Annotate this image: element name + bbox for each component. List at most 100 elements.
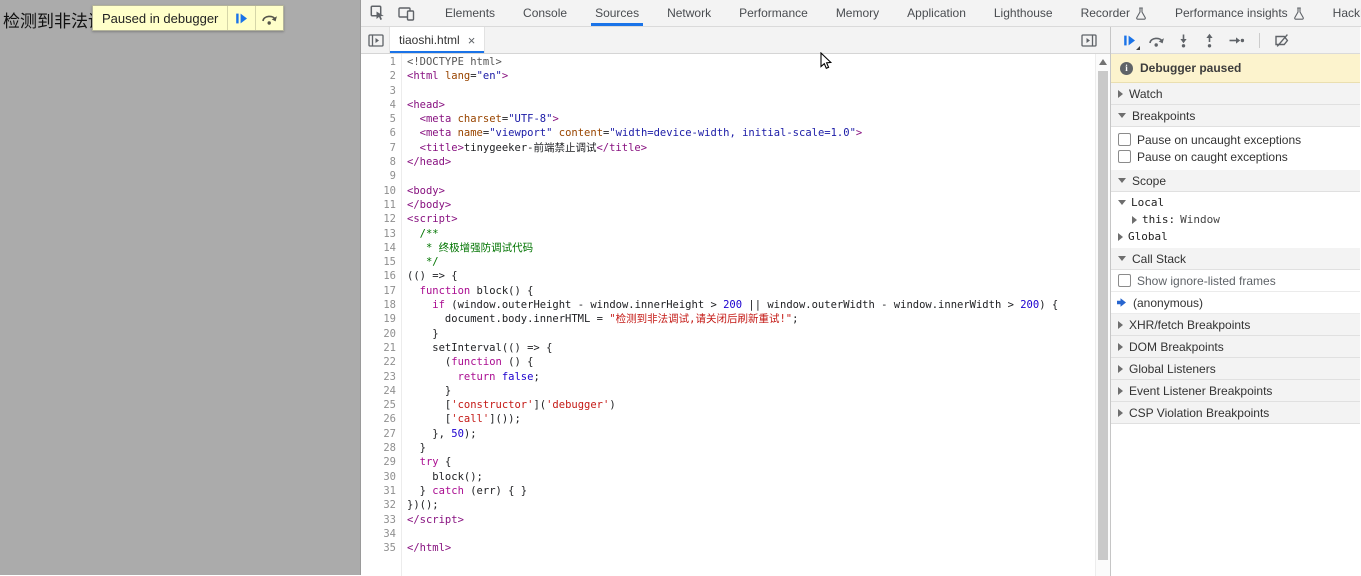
scrollbar-up-icon[interactable]: [1099, 59, 1107, 65]
line-number[interactable]: 20: [361, 327, 396, 341]
step-over-button[interactable]: [1148, 33, 1165, 48]
code-line[interactable]: try {: [407, 455, 1110, 469]
code-line[interactable]: })();: [407, 498, 1110, 512]
call-stack-frame[interactable]: (anonymous): [1111, 292, 1360, 314]
line-number[interactable]: 11: [361, 198, 396, 212]
code-line[interactable]: }: [407, 441, 1110, 455]
line-number[interactable]: 31: [361, 484, 396, 498]
toggle-debugger-sidebar-button[interactable]: [1081, 33, 1097, 47]
line-number[interactable]: 12: [361, 212, 396, 226]
line-number[interactable]: 15: [361, 255, 396, 269]
pause-on-uncaught-checkbox[interactable]: [1118, 133, 1131, 146]
close-icon[interactable]: ×: [468, 34, 476, 47]
line-number[interactable]: 18: [361, 298, 396, 312]
code-editor[interactable]: 1 2 3 4 5 6 7 8 9 10 11 12 13 14 15 16 17 18 19 20 21 22 23 24 2…: [361, 54, 1110, 576]
code-line[interactable]: <title>tinygeeker-前端禁止调试</title>: [407, 141, 1110, 155]
line-number[interactable]: 14: [361, 241, 396, 255]
code-line[interactable]: ['constructor']('debugger'): [407, 398, 1110, 412]
line-number[interactable]: 16: [361, 269, 396, 283]
resume-button[interactable]: [1122, 33, 1140, 50]
line-number[interactable]: 21: [361, 341, 396, 355]
file-tab-tiaoshi[interactable]: tiaoshi.html ×: [389, 27, 486, 53]
editor-scrollbar[interactable]: [1095, 54, 1110, 576]
scrollbar-thumb[interactable]: [1098, 71, 1108, 560]
line-number[interactable]: 7: [361, 141, 396, 155]
step-into-button[interactable]: [1176, 33, 1191, 48]
inspect-element-button[interactable]: [370, 5, 386, 21]
code-line[interactable]: return false;: [407, 370, 1110, 384]
code-line[interactable]: ['call']());: [407, 412, 1110, 426]
line-number[interactable]: 22: [361, 355, 396, 369]
tab-performance-insights[interactable]: Performance insights: [1161, 0, 1319, 26]
line-number[interactable]: 23: [361, 370, 396, 384]
line-number[interactable]: 30: [361, 470, 396, 484]
line-number[interactable]: 25: [361, 398, 396, 412]
line-number[interactable]: 13: [361, 227, 396, 241]
section-csp-violation-breakpoints[interactable]: CSP Violation Breakpoints: [1111, 402, 1360, 424]
code-line[interactable]: <script>: [407, 212, 1110, 226]
line-number[interactable]: 24: [361, 384, 396, 398]
code-line[interactable]: function block() {: [407, 284, 1110, 298]
code-line[interactable]: }, 50);: [407, 427, 1110, 441]
step-out-button[interactable]: [1202, 33, 1217, 48]
line-number[interactable]: 28: [361, 441, 396, 455]
scope-global-row[interactable]: Global: [1111, 228, 1360, 245]
resume-script-button[interactable]: [227, 6, 255, 30]
code-line[interactable]: <body>: [407, 184, 1110, 198]
line-number[interactable]: 1: [361, 55, 396, 69]
line-number[interactable]: 32: [361, 498, 396, 512]
code-line[interactable]: <head>: [407, 98, 1110, 112]
tab-sources[interactable]: Sources: [581, 0, 653, 26]
scope-local-row[interactable]: Local: [1111, 194, 1360, 211]
step-button[interactable]: [1228, 33, 1245, 48]
toggle-device-toolbar-button[interactable]: [398, 6, 415, 21]
code-line[interactable]: </html>: [407, 541, 1110, 555]
code-line[interactable]: </head>: [407, 155, 1110, 169]
section-watch[interactable]: Watch: [1111, 83, 1360, 105]
code-line[interactable]: } catch (err) { }: [407, 484, 1110, 498]
section-global-listeners[interactable]: Global Listeners: [1111, 358, 1360, 380]
code-line[interactable]: */: [407, 255, 1110, 269]
code-line[interactable]: (() => {: [407, 269, 1110, 283]
line-number[interactable]: 29: [361, 455, 396, 469]
tab-application[interactable]: Application: [893, 0, 980, 26]
scope-this-row[interactable]: this: Window: [1111, 211, 1360, 228]
line-number[interactable]: 26: [361, 412, 396, 426]
section-scope[interactable]: Scope: [1111, 170, 1360, 192]
section-xhr-fetch-breakpoints[interactable]: XHR/fetch Breakpoints: [1111, 314, 1360, 336]
line-number[interactable]: 17: [361, 284, 396, 298]
line-number[interactable]: 35: [361, 541, 396, 555]
tab-lighthouse[interactable]: Lighthouse: [980, 0, 1067, 26]
line-number[interactable]: 34: [361, 527, 396, 541]
code-line[interactable]: <!DOCTYPE html>: [407, 55, 1110, 69]
code-line[interactable]: [407, 527, 1110, 541]
deactivate-breakpoints-button[interactable]: [1274, 33, 1291, 48]
section-breakpoints[interactable]: Breakpoints: [1111, 105, 1360, 127]
code-line[interactable]: if (window.outerHeight - window.innerHei…: [407, 298, 1110, 312]
code-line[interactable]: <meta name="viewport" content="width=dev…: [407, 126, 1110, 140]
code-line[interactable]: /**: [407, 227, 1110, 241]
tab-network[interactable]: Network: [653, 0, 725, 26]
tab-console[interactable]: Console: [509, 0, 581, 26]
line-number[interactable]: 2: [361, 69, 396, 83]
code-line[interactable]: [407, 169, 1110, 183]
section-call-stack[interactable]: Call Stack: [1111, 248, 1360, 270]
line-number[interactable]: 6: [361, 126, 396, 140]
line-number[interactable]: 33: [361, 513, 396, 527]
line-number[interactable]: 27: [361, 427, 396, 441]
tab-elements[interactable]: Elements: [431, 0, 509, 26]
section-event-listener-breakpoints[interactable]: Event Listener Breakpoints: [1111, 380, 1360, 402]
line-number[interactable]: 3: [361, 84, 396, 98]
pause-on-caught-checkbox[interactable]: [1118, 150, 1131, 163]
code-line[interactable]: <meta charset="UTF-8">: [407, 112, 1110, 126]
code-line[interactable]: <html lang="en">: [407, 69, 1110, 83]
tab-hackbar[interactable]: HackBar: [1319, 0, 1361, 26]
show-navigator-button[interactable]: [368, 33, 384, 47]
line-number[interactable]: 8: [361, 155, 396, 169]
tab-recorder[interactable]: Recorder: [1067, 0, 1161, 26]
code-line[interactable]: </body>: [407, 198, 1110, 212]
line-number[interactable]: 10: [361, 184, 396, 198]
code-line[interactable]: </script>: [407, 513, 1110, 527]
code-line[interactable]: (function () {: [407, 355, 1110, 369]
line-number[interactable]: 19: [361, 312, 396, 326]
